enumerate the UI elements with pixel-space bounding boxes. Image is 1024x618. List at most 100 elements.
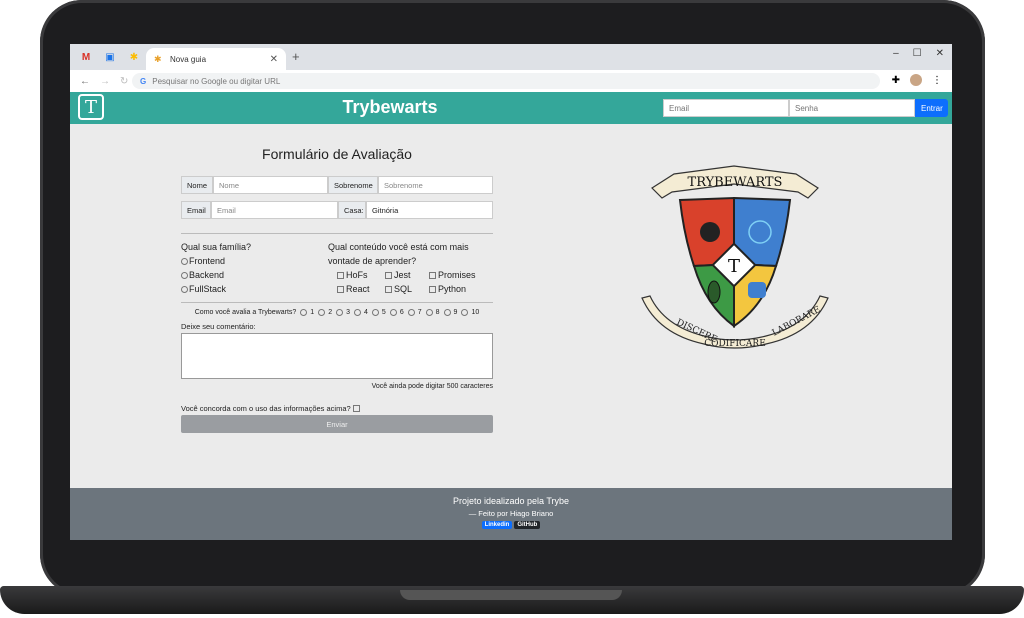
motto-laborare: LABORARE xyxy=(771,305,823,339)
checkbox-icon[interactable] xyxy=(385,285,392,293)
python-icon xyxy=(748,282,766,298)
back-icon[interactable]: ← xyxy=(80,76,90,87)
login-button[interactable]: Entrar xyxy=(915,99,948,117)
web-page: T Trybewarts Entrar Formulário de Avalia… xyxy=(70,92,952,540)
footer-line-1: Projeto idealizado pela Trybe xyxy=(452,496,570,506)
content-option-label: Jest xyxy=(394,270,411,280)
checkbox-icon[interactable] xyxy=(385,271,392,279)
radio-icon[interactable] xyxy=(181,285,188,293)
checkbox-icon[interactable] xyxy=(429,271,436,279)
radio-icon[interactable] xyxy=(354,309,362,316)
content-option-hofs[interactable]: HoFs xyxy=(337,268,385,282)
close-tab-icon[interactable]: ✕ xyxy=(270,54,278,65)
family-option-backend[interactable]: Backend xyxy=(181,268,321,282)
reload-icon[interactable]: ↻ xyxy=(120,76,128,87)
gmail-icon[interactable]: M xyxy=(78,50,94,64)
rating-option[interactable]: 8 xyxy=(425,309,440,316)
toolbar-extensions: ✚ ⋮ xyxy=(892,74,942,86)
checkbox-icon[interactable] xyxy=(429,285,436,293)
family-question: Qual sua família? xyxy=(181,242,252,252)
extensions-puzzle-icon[interactable]: ✚ xyxy=(892,75,900,86)
tab-title: Nova guia xyxy=(170,54,207,64)
radio-icon[interactable] xyxy=(181,257,188,265)
family-option-label: Backend xyxy=(189,270,225,280)
browser-window: M ▣ ✱ ✱ Nova guia ✕ + – ☐ ✕ ← → ↻ G Pesq… xyxy=(70,44,952,540)
radio-icon[interactable] xyxy=(300,309,308,316)
divider xyxy=(181,233,493,234)
checkbox-icon[interactable] xyxy=(337,285,344,293)
family-option-fullstack[interactable]: FullStack xyxy=(181,282,321,296)
profile-avatar[interactable] xyxy=(910,74,922,86)
linux-icon xyxy=(700,222,720,242)
content-option-python[interactable]: Python xyxy=(429,282,489,296)
rating-option[interactable]: 2 xyxy=(318,309,332,316)
rating-option[interactable]: 7 xyxy=(407,309,422,316)
submit-button[interactable]: Enviar xyxy=(181,415,493,433)
radio-icon[interactable] xyxy=(443,309,451,316)
radio-icon[interactable] xyxy=(461,309,469,316)
rating-option[interactable]: 4 xyxy=(354,309,368,316)
rating-option[interactable]: 1 xyxy=(300,309,314,316)
agreement-label: Você concorda com o uso das informações … xyxy=(181,404,351,413)
content-option-jest[interactable]: Jest xyxy=(385,268,429,282)
rating-option[interactable]: 6 xyxy=(389,309,404,316)
new-tab-button[interactable]: + xyxy=(292,49,300,64)
divider xyxy=(181,302,493,303)
content-option-react[interactable]: React xyxy=(337,282,385,296)
rating-value: 6 xyxy=(399,309,404,316)
site-title: Trybewarts xyxy=(342,97,438,117)
minimize-button[interactable]: – xyxy=(893,48,899,59)
family-option-frontend[interactable]: Frontend xyxy=(181,254,321,268)
radio-icon[interactable] xyxy=(407,309,415,316)
rating-value: 9 xyxy=(453,309,458,316)
content-options: HoFs Jest Promises React SQL Python xyxy=(328,268,493,296)
crest-banner-text: TRYBEWARTS xyxy=(688,175,783,190)
radio-icon[interactable] xyxy=(371,309,379,316)
menu-kebab-icon[interactable]: ⋮ xyxy=(932,75,942,86)
comment-textarea[interactable] xyxy=(181,333,493,379)
radio-icon[interactable] xyxy=(389,309,397,316)
content-option-promises[interactable]: Promises xyxy=(429,268,489,282)
browser-tab[interactable]: ✱ Nova guia ✕ xyxy=(146,48,286,70)
github-link[interactable]: GitHub xyxy=(514,521,541,529)
checkbox-icon[interactable] xyxy=(337,271,344,279)
laptop-notch xyxy=(400,590,622,600)
login-email-input[interactable] xyxy=(663,99,789,117)
omnibox[interactable]: G Pesquisar no Google ou digitar URL xyxy=(132,73,880,89)
evaluation-form: Formulário de Avaliação Nome Nome Sobren… xyxy=(181,142,493,433)
content-question: Qual conteúdo você está com mais vontade… xyxy=(328,242,469,266)
rating-value: 3 xyxy=(346,309,351,316)
maximize-button[interactable]: ☐ xyxy=(913,48,922,59)
linkedin-link[interactable]: Linkedin xyxy=(481,521,513,529)
character-counter: Você ainda pode digitar 500 caracteres xyxy=(371,383,493,390)
radio-icon[interactable] xyxy=(318,309,326,316)
radio-icon[interactable] xyxy=(336,309,344,316)
lastname-input[interactable]: Sobrenome xyxy=(378,176,493,194)
email-input[interactable]: Email xyxy=(211,201,338,219)
rating-option[interactable]: 3 xyxy=(336,309,350,316)
google-icon: G xyxy=(140,76,147,86)
trybewarts-crest-image: TRYBEWARTS T DISCERE CODIFICARE LABORARE xyxy=(641,165,829,349)
photos-icon[interactable]: ✱ xyxy=(126,50,142,64)
agreement-checkbox[interactable] xyxy=(352,405,360,412)
name-label: Nome xyxy=(181,176,213,194)
meet-icon[interactable]: ▣ xyxy=(102,50,118,64)
family-group: Qual sua família? Frontend Backend FullS… xyxy=(181,240,321,296)
close-window-button[interactable]: ✕ xyxy=(936,48,944,59)
content-option-label: Promises xyxy=(438,270,476,280)
tab-favicon-icon: ✱ xyxy=(154,54,162,64)
forward-icon[interactable]: → xyxy=(100,76,110,87)
house-select[interactable]: Gitnória xyxy=(366,201,493,219)
rating-option[interactable]: 5 xyxy=(371,309,386,316)
questions: Qual sua família? Frontend Backend FullS… xyxy=(181,240,493,296)
rating-option[interactable]: 10 xyxy=(461,309,479,316)
omnibox-placeholder: Pesquisar no Google ou digitar URL xyxy=(152,76,281,86)
login-password-input[interactable] xyxy=(789,99,915,117)
family-option-label: Frontend xyxy=(189,256,226,266)
rating-option[interactable]: 9 xyxy=(443,309,458,316)
content-option-sql[interactable]: SQL xyxy=(385,282,429,296)
radio-icon[interactable] xyxy=(181,271,188,279)
content-option-label: HoFs xyxy=(346,270,368,280)
radio-icon[interactable] xyxy=(425,309,433,316)
name-input[interactable]: Nome xyxy=(213,176,328,194)
